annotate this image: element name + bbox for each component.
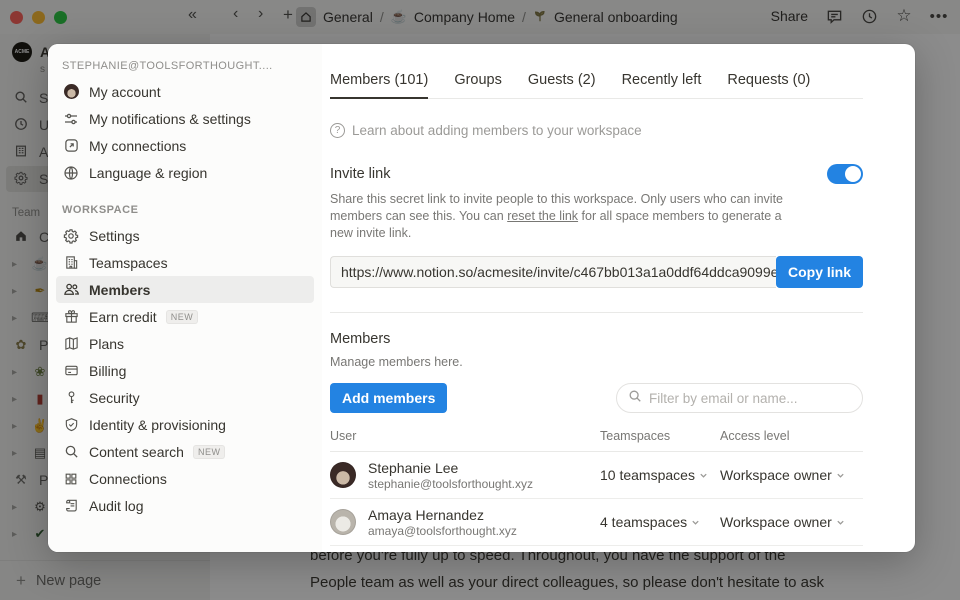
settings-item-language[interactable]: Language & region [56,159,314,186]
search-icon [62,443,80,461]
chevron-down-icon [836,514,845,530]
sliders-icon [62,110,80,128]
members-tabbar: Members (101) Groups Guests (2) Recently… [330,72,863,99]
member-filter-input[interactable] [649,391,851,406]
table-header: User Teamspaces Access level [330,429,863,452]
credit-card-icon [62,362,80,380]
arrow-up-right-box-icon [62,137,80,155]
member-email: stephanie@toolsforthought.xyz [368,477,533,491]
globe-icon [62,164,80,182]
invite-url-field[interactable]: https://www.notion.so/acmesite/invite/c4… [330,256,776,288]
settings-item-members[interactable]: Members [56,276,314,303]
settings-item-plans[interactable]: Plans [56,330,314,357]
copy-link-button[interactable]: Copy link [776,256,863,288]
chevron-down-icon [836,467,845,483]
settings-modal: STEPHANIE@TOOLSFORTHOUGHT.... My account… [48,44,915,552]
workspace-section-label: WORKSPACE [48,186,322,222]
settings-main-panel: Members (101) Groups Guests (2) Recently… [322,44,915,552]
invite-link-description: Share this secret link to invite people … [330,191,804,242]
teamspaces-dropdown[interactable]: 4 teamspaces [600,514,720,530]
table-row: Liam O'Reilly [330,546,863,552]
learn-link[interactable]: ? Learn about adding members to your wor… [330,123,863,138]
avatar [330,509,356,535]
add-members-button[interactable]: Add members [330,383,447,413]
section-divider [330,312,863,313]
account-email-label: STEPHANIE@TOOLSFORTHOUGHT.... [48,60,322,78]
access-level-dropdown[interactable]: Workspace owner [720,467,863,483]
tab-members[interactable]: Members (101) [330,72,428,99]
invite-link-title: Invite link [330,166,390,182]
user-avatar-icon [62,83,80,101]
column-header-teamspaces: Teamspaces [600,429,720,443]
settings-item-my-account[interactable]: My account [56,78,314,105]
help-circle-icon: ? [330,123,345,138]
settings-item-content-search[interactable]: Content search NEW [56,438,314,465]
map-icon [62,335,80,353]
gift-icon [62,308,80,326]
tab-guests[interactable]: Guests (2) [528,72,596,98]
members-section-title: Members [330,331,863,347]
new-badge: NEW [166,310,199,324]
members-table: User Teamspaces Access level Stephanie L… [330,429,863,552]
screen: « ‹ › + General / ☕ Company Home / Gener… [0,0,960,600]
settings-item-connections-ws[interactable]: Connections [56,465,314,492]
search-icon [628,389,642,408]
settings-item-teamspaces[interactable]: Teamspaces [56,249,314,276]
column-header-user: User [330,429,600,443]
settings-item-identity[interactable]: Identity & provisioning [56,411,314,438]
chevron-down-icon [699,467,708,483]
gear-icon [62,227,80,245]
member-email: amaya@toolsforthought.xyz [368,524,517,538]
settings-item-audit-log[interactable]: Audit log [56,492,314,519]
new-badge: NEW [193,445,226,459]
access-level-dropdown[interactable]: Workspace owner [720,514,863,530]
chevron-down-icon [691,514,700,530]
members-icon [62,281,80,299]
scroll-icon [62,497,80,515]
settings-item-earn-credit[interactable]: Earn credit NEW [56,303,314,330]
tab-recently-left[interactable]: Recently left [622,72,702,98]
building-icon [62,254,80,272]
tab-groups[interactable]: Groups [454,72,502,98]
reset-link[interactable]: reset the link [507,209,578,223]
settings-item-billing[interactable]: Billing [56,357,314,384]
settings-sidebar: STEPHANIE@TOOLSFORTHOUGHT.... My account… [48,44,322,552]
teamspaces-dropdown[interactable]: 10 teamspaces [600,467,720,483]
toggle-knob [845,166,861,182]
member-filter[interactable] [616,383,863,413]
key-icon [62,389,80,407]
grid-icon [62,470,80,488]
settings-item-notifications[interactable]: My notifications & settings [56,105,314,132]
table-row: Stephanie Lee stephanie@toolsforthought.… [330,452,863,499]
avatar [330,462,356,488]
tab-requests[interactable]: Requests (0) [727,72,810,98]
member-name: Stephanie Lee [368,460,533,476]
invite-link-toggle[interactable] [827,164,863,184]
member-name: Amaya Hernandez [368,507,517,523]
members-section-subtitle: Manage members here. [330,355,863,369]
shield-check-icon [62,416,80,434]
settings-item-settings[interactable]: Settings [56,222,314,249]
settings-item-connections[interactable]: My connections [56,132,314,159]
settings-item-security[interactable]: Security [56,384,314,411]
table-row: Amaya Hernandez amaya@toolsforthought.xy… [330,499,863,546]
column-header-access: Access level [720,429,863,443]
